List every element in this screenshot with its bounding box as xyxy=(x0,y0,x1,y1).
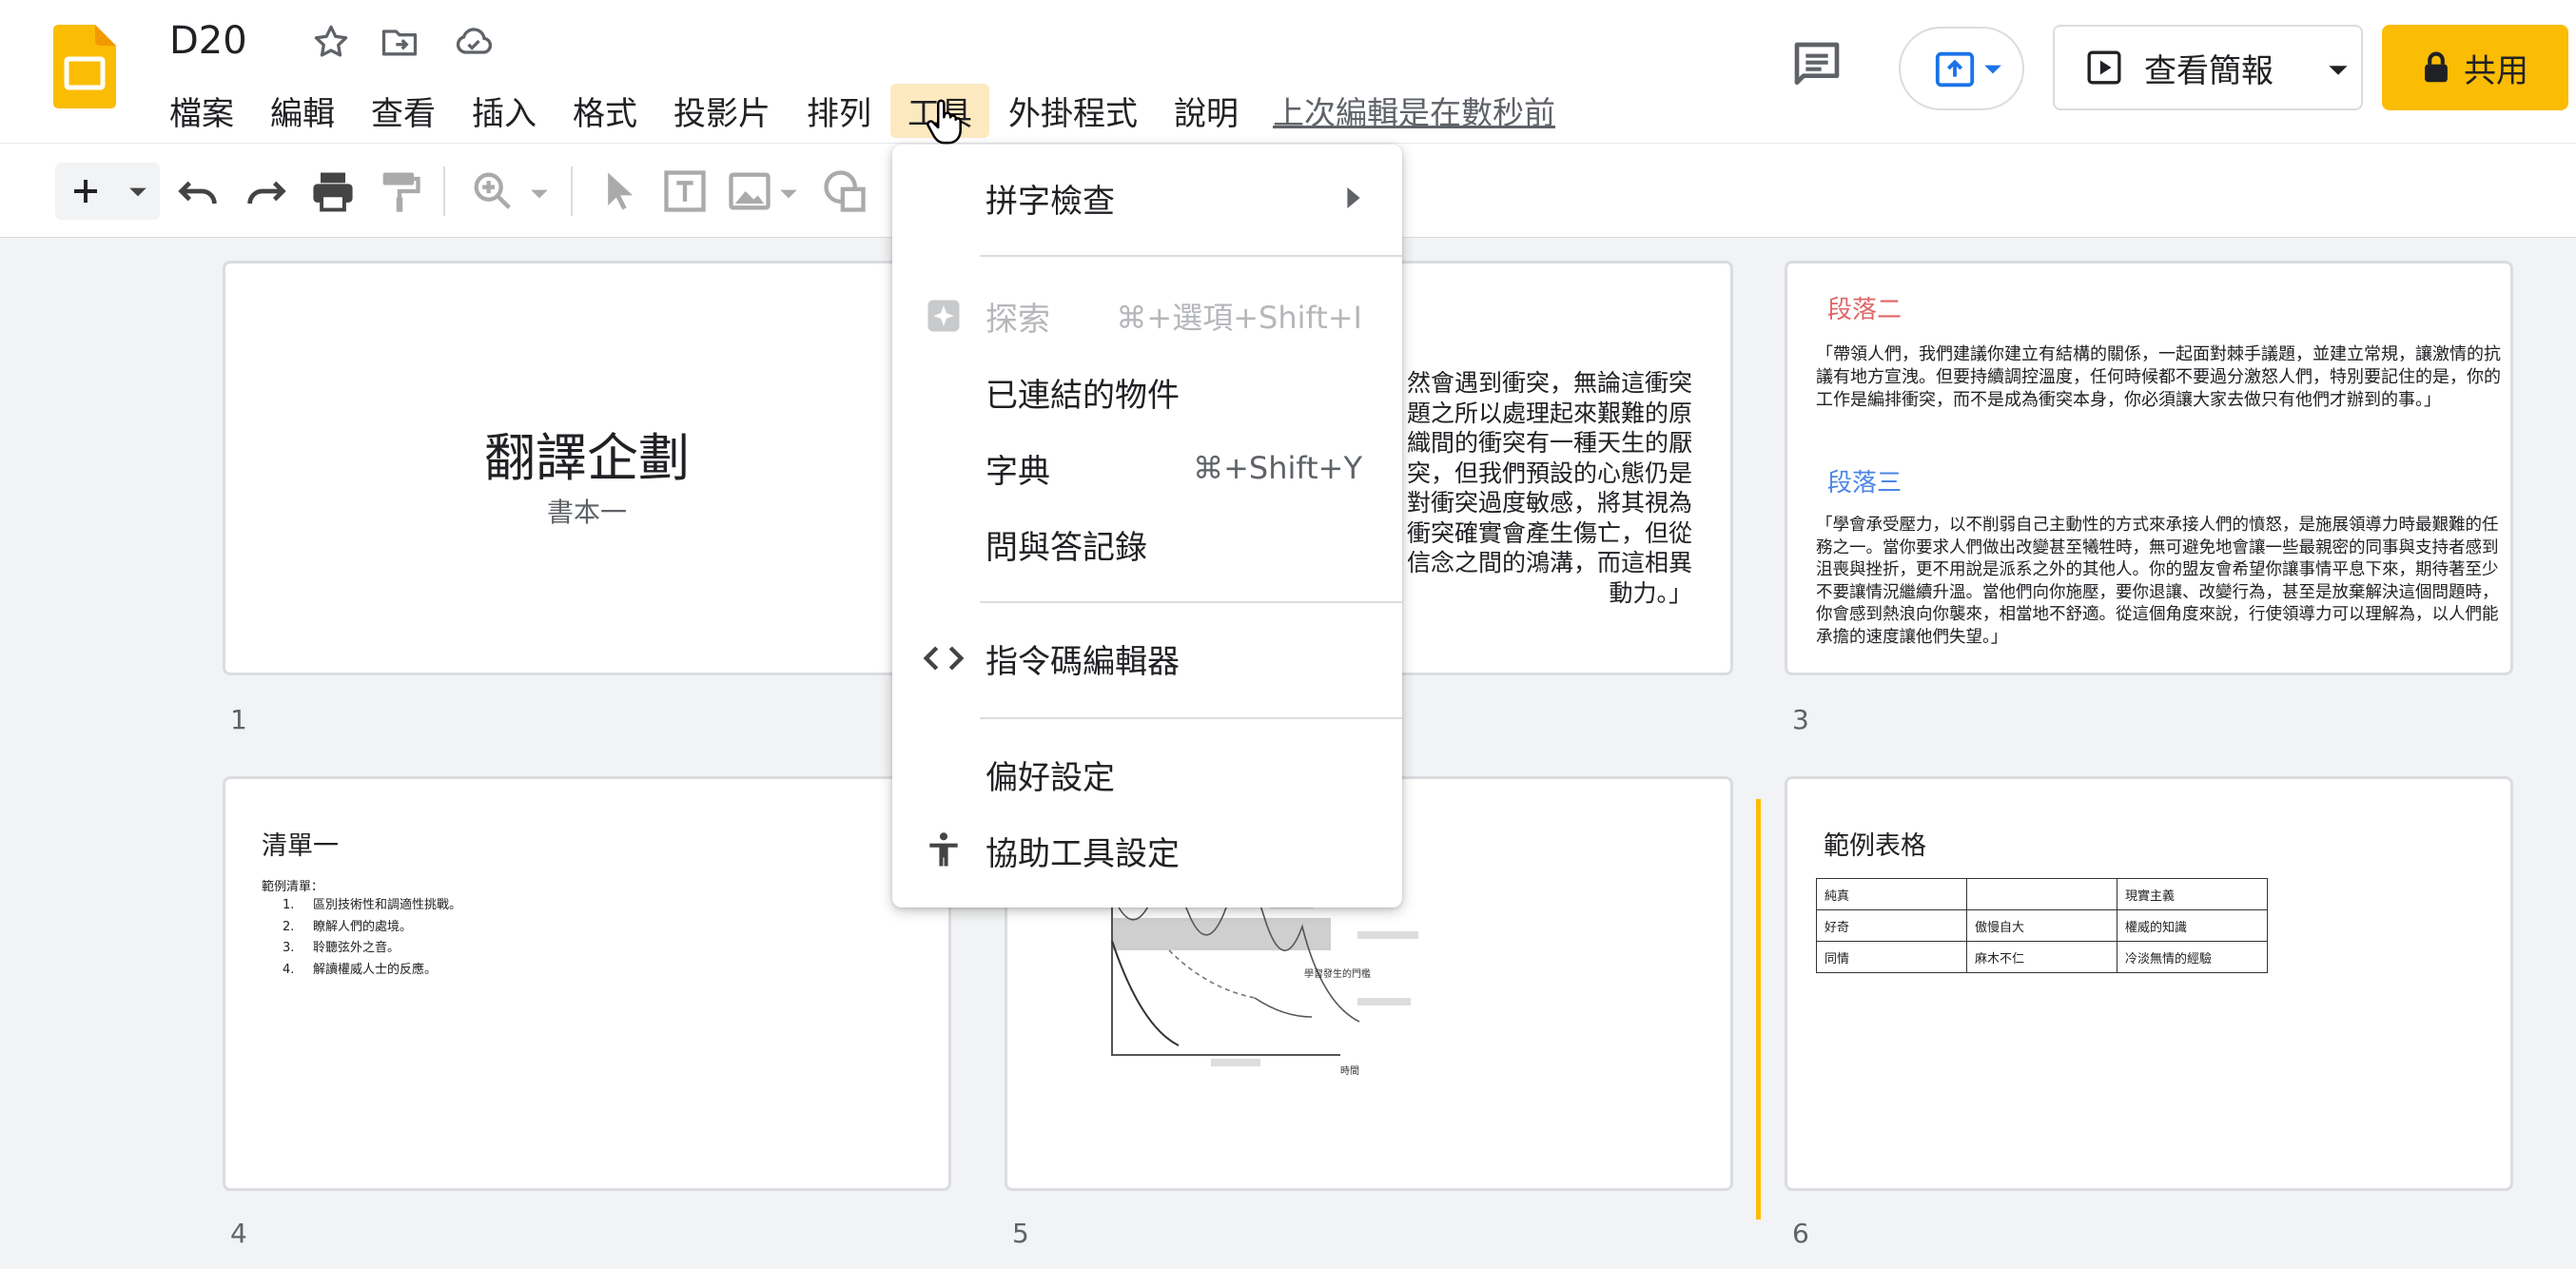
slide-title: 翻譯企劃 xyxy=(484,428,690,488)
slide-thumbnail-4[interactable]: 清單一 範例清單： 1. 區別技術性和調適性挑戰。 2. 瞭解人們的處境。 3. 聆聽… xyxy=(223,776,951,1191)
share-label: 共用 xyxy=(2464,51,2528,90)
slide-heading: 段落二 xyxy=(1827,296,1903,324)
last-edit-link[interactable]: 上次編輯是在數秒前 xyxy=(1273,88,1555,133)
new-slide-button[interactable] xyxy=(55,163,160,220)
present-screen-icon xyxy=(1935,51,1975,88)
slide-number: 1 xyxy=(230,704,247,735)
table-row: 同情 麻木不仁 冷淡無情的經驗 xyxy=(1816,941,2268,973)
text-box-icon[interactable] xyxy=(660,166,710,216)
slide-number: 4 xyxy=(230,1218,247,1249)
insert-image-icon[interactable] xyxy=(725,166,774,216)
chevron-down-icon[interactable] xyxy=(529,184,550,205)
slide-paragraph: 「學會承受壓力，以不削弱自己主動性的方式來承接人們的憤怒，是施展領導力時最艱難的… xyxy=(1816,516,2499,647)
lock-icon xyxy=(2425,51,2448,83)
star-icon[interactable] xyxy=(310,21,352,63)
share-button[interactable]: 共用 xyxy=(2382,25,2568,110)
tools-dropdown-menu: 拼字檢查 探索 ⌘+選項+Shift+I 已連結的物件 字典 ⌘+Shift+Y… xyxy=(892,145,1402,908)
redo-icon[interactable] xyxy=(242,166,291,216)
slide-number: 5 xyxy=(1012,1218,1029,1249)
hand-cursor-icon xyxy=(927,99,962,145)
menu-edit[interactable]: 編輯 xyxy=(253,84,352,138)
menu-item-dictionary[interactable]: 字典 ⌘+Shift+Y xyxy=(892,432,1402,504)
table-row: 好奇 傲慢自大 權威的知識 xyxy=(1816,909,2268,942)
table-row: 純真 現實主義 xyxy=(1816,878,2268,910)
app-header: D20 檔案 編輯 查看 插入 格式 投影片 排列 工具 外掛程式 說明 上次編… xyxy=(0,0,2576,143)
select-pointer-icon[interactable] xyxy=(594,166,643,216)
code-icon xyxy=(923,646,965,671)
menu-item-script-editor[interactable]: 指令碼編輯器 xyxy=(892,622,1402,694)
accessibility-icon xyxy=(929,832,958,867)
slide-subtitle: 書本一 xyxy=(546,497,627,528)
svg-text:學習發生的門檻: 學習發生的門檻 xyxy=(1304,967,1371,980)
slide-number: 3 xyxy=(1792,704,1809,735)
present-button[interactable]: 查看簡報 xyxy=(2053,25,2317,110)
chevron-down-icon xyxy=(1984,65,2001,74)
menu-item-spelling[interactable]: 拼字檢查 xyxy=(892,162,1402,234)
menu-item-explore: 探索 ⌘+選項+Shift+I xyxy=(892,280,1402,352)
plus-icon xyxy=(74,180,97,203)
menu-view[interactable]: 查看 xyxy=(354,84,453,138)
menu-item-linked-objects[interactable]: 已連結的物件 xyxy=(892,356,1402,428)
list-item: 2. 瞭解人們的處境。 xyxy=(283,919,413,934)
menu-insert[interactable]: 插入 xyxy=(455,84,554,138)
slide-number: 6 xyxy=(1792,1218,1809,1249)
menu-arrange[interactable]: 排列 xyxy=(790,84,888,138)
present-label: 查看簡報 xyxy=(2144,51,2274,90)
cloud-saved-icon[interactable] xyxy=(453,21,495,63)
slides-logo-icon[interactable] xyxy=(53,25,116,108)
comment-history-icon[interactable] xyxy=(1788,38,1845,91)
menu-slide[interactable]: 投影片 xyxy=(656,84,788,138)
slide-heading: 段落三 xyxy=(1827,469,1903,498)
svg-text:時間: 時間 xyxy=(1340,1065,1359,1077)
paint-format-icon[interactable] xyxy=(375,166,424,216)
menu-item-qa-history[interactable]: 問與答記錄 xyxy=(892,508,1402,580)
present-options-button[interactable] xyxy=(2315,25,2363,110)
slide-thumbnail-6[interactable]: 範例表格 純真 現實主義 好奇 傲慢自大 權威的知識 同情 麻木不仁 冷淡無情的經驗 xyxy=(1785,776,2513,1191)
slide-paragraph: 「帶領人們，我們建議你建立有結構的關係，一起面對棘手議題，並建立常規，讓激情的抗… xyxy=(1816,344,2501,410)
present-to-meeting-button[interactable] xyxy=(1899,27,2024,110)
list-item: 3. 聆聽弦外之音。 xyxy=(283,941,400,955)
slide-subtitle: 範例清單： xyxy=(262,880,324,894)
menu-file[interactable]: 檔案 xyxy=(167,84,251,138)
list-item: 1. 區別技術性和調適性挑戰。 xyxy=(283,898,462,912)
move-folder-icon[interactable] xyxy=(379,21,420,63)
document-title[interactable]: D20 xyxy=(169,19,247,63)
chevron-down-icon xyxy=(2329,66,2348,75)
explore-sparkle-icon xyxy=(927,300,960,332)
menu-bar: 檔案 編輯 查看 插入 格式 投影片 排列 工具 外掛程式 說明 上次編輯是在數… xyxy=(167,83,1555,138)
chevron-down-icon xyxy=(129,187,146,197)
slide-drop-indicator xyxy=(1756,799,1761,1220)
slide-thumbnail-3[interactable]: 段落二 「帶領人們，我們建議你建立有結構的關係，一起面對棘手議題，並建立常規，讓… xyxy=(1785,261,2513,675)
print-icon[interactable] xyxy=(308,166,358,216)
list-item: 4. 解讀權威人士的反應。 xyxy=(283,962,438,977)
menu-addons[interactable]: 外掛程式 xyxy=(991,84,1155,138)
shape-icon[interactable] xyxy=(820,166,869,216)
slide-thumbnail-1[interactable]: 翻譯企劃 書本一 xyxy=(223,261,951,675)
menu-item-accessibility[interactable]: 協助工具設定 xyxy=(892,814,1402,887)
menu-format[interactable]: 格式 xyxy=(556,84,654,138)
menu-item-preferences[interactable]: 偏好設定 xyxy=(892,738,1402,810)
slide-title: 清單一 xyxy=(262,831,339,861)
menu-help[interactable]: 說明 xyxy=(1157,84,1256,138)
slide-table: 純真 現實主義 好奇 傲慢自大 權威的知識 同情 麻木不仁 冷淡無情的經驗 xyxy=(1816,878,2268,973)
zoom-icon[interactable] xyxy=(468,166,517,216)
play-slideshow-icon xyxy=(2087,50,2121,85)
chevron-down-icon[interactable] xyxy=(778,184,799,205)
undo-icon[interactable] xyxy=(173,166,223,216)
submenu-arrow-icon xyxy=(1347,187,1360,208)
slide-list: 1. 區別技術性和調適性挑戰。 2. 瞭解人們的處境。 3. 聆聽弦外之音。 4. 解讀… xyxy=(283,895,461,981)
slide-title: 範例表格 xyxy=(1824,831,1926,861)
